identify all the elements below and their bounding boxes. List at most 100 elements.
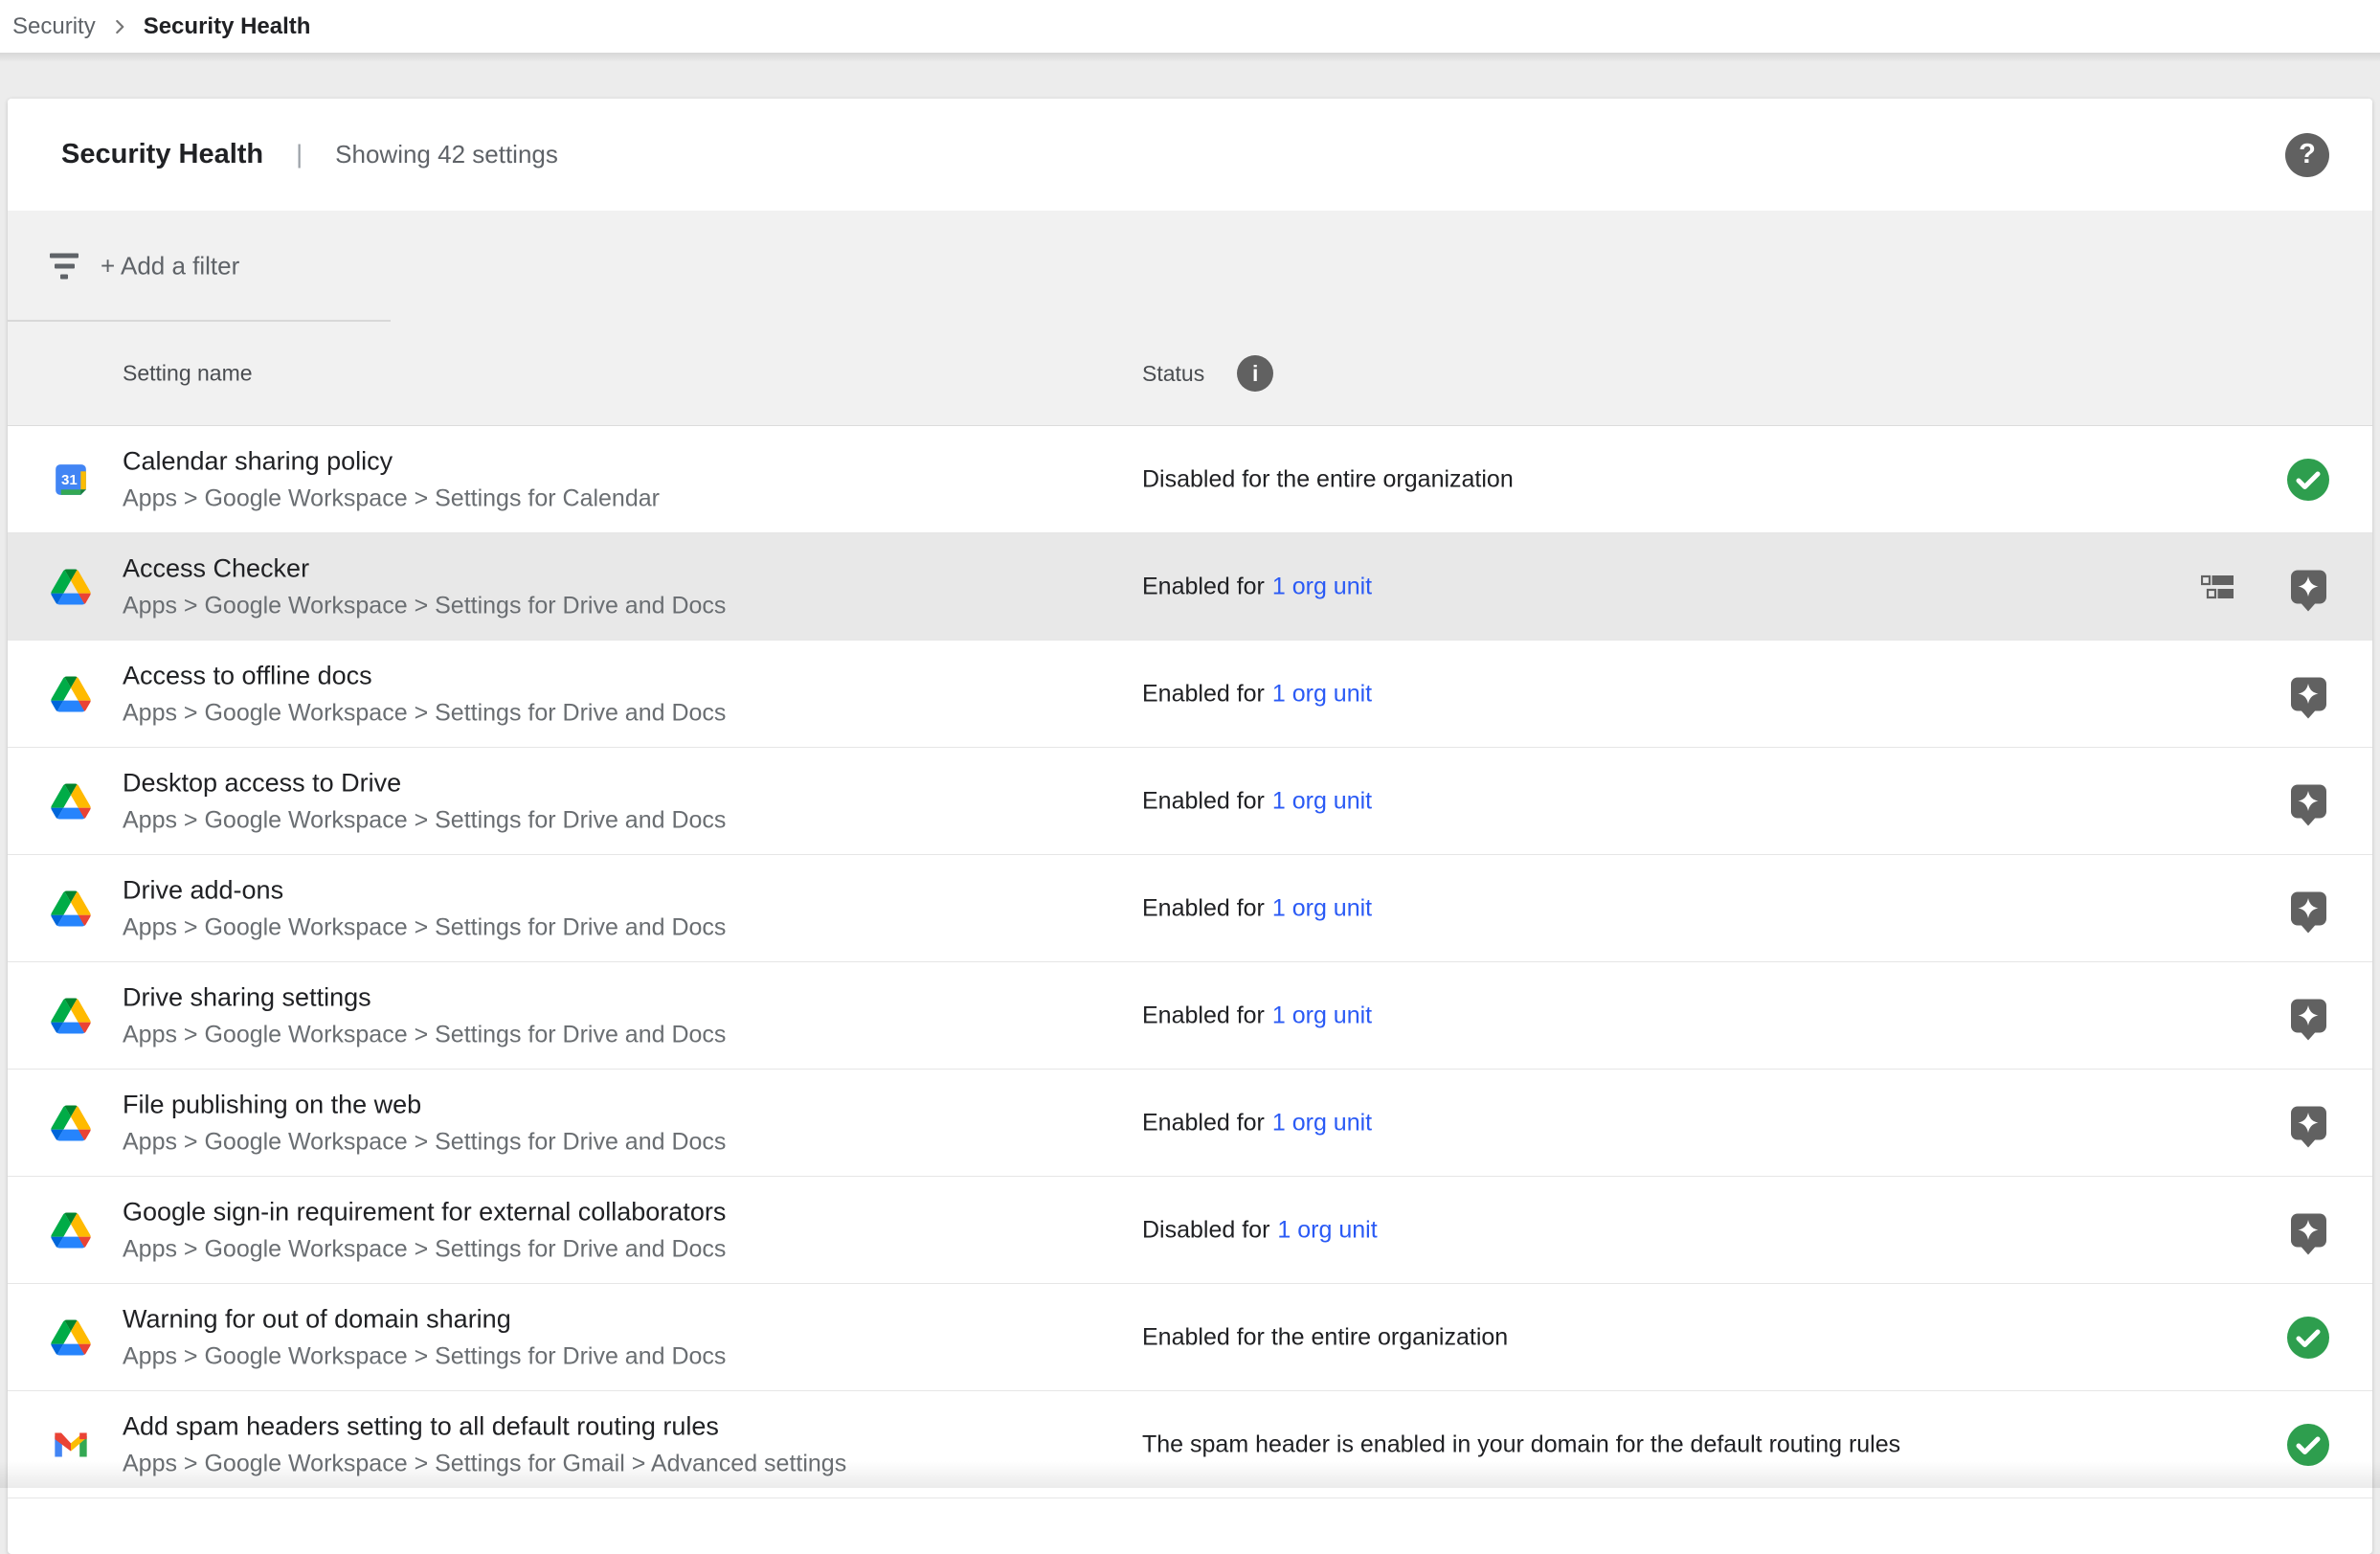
status-text: Enabled for: [1142, 1109, 1265, 1136]
org-unit-link[interactable]: 1 org unit: [1277, 1216, 1377, 1243]
sparkle-icon: [2297, 575, 2320, 598]
setting-path: Apps > Google Workspace > Settings for D…: [123, 699, 726, 727]
table-row[interactable]: Desktop access to Drive Apps > Google Wo…: [8, 748, 2372, 855]
status-cell: Enabled for the entire organization: [1142, 1323, 1508, 1351]
status-cell: Enabled for 1 org unit: [1142, 573, 1372, 600]
table-row[interactable]: Add spam headers setting to all default …: [8, 1391, 2372, 1498]
recommendation-badge: [2291, 891, 2326, 925]
recommendation-icon[interactable]: [2286, 677, 2330, 710]
status-cell: Enabled for 1 org unit: [1142, 680, 1372, 708]
setting-path: Apps > Google Workspace > Settings for D…: [123, 1128, 726, 1156]
page-title: Security Health: [61, 139, 263, 170]
table-row[interactable]: Access Checker Apps > Google Workspace >…: [8, 533, 2372, 641]
status-text: Enabled for the entire organization: [1142, 1323, 1508, 1350]
setting-name: Warning for out of domain sharing: [123, 1304, 726, 1334]
status-cell: Disabled for the entire organization: [1142, 465, 1514, 493]
table-header: Setting name Status i: [8, 322, 2372, 426]
setting-text: Access Checker Apps > Google Workspace >…: [123, 553, 726, 619]
settings-count: Showing 42 settings: [335, 140, 558, 169]
status-text: The spam header is enabled in your domai…: [1142, 1430, 1900, 1457]
title-divider: |: [296, 140, 303, 169]
table-row[interactable]: Drive add-ons Apps > Google Workspace > …: [8, 855, 2372, 962]
status-text: Enabled for: [1142, 680, 1265, 707]
setting-name: Drive add-ons: [123, 875, 726, 905]
setting-path: Apps > Google Workspace > Settings for D…: [123, 806, 726, 834]
add-filter-button[interactable]: + Add a filter: [101, 252, 239, 282]
setting-name: Access Checker: [123, 553, 726, 583]
recommendation-icon[interactable]: [2286, 570, 2330, 603]
recommendation-badge: [2291, 784, 2326, 818]
status-text: Enabled for: [1142, 787, 1265, 814]
setting-text: Access to offline docs Apps > Google Wor…: [123, 661, 726, 727]
recommendation-badge: [2291, 570, 2326, 603]
org-unit-link[interactable]: 1 org unit: [1272, 787, 1372, 814]
security-health-card: Security Health | Showing 42 settings ? …: [8, 99, 2372, 1554]
setting-text: Desktop access to Drive Apps > Google Wo…: [123, 768, 726, 834]
recommendation-icon[interactable]: [2286, 891, 2330, 925]
setting-name: File publishing on the web: [123, 1090, 726, 1119]
drive-icon: [50, 1105, 92, 1140]
setting-name: Access to offline docs: [123, 661, 726, 690]
status-cell: Enabled for 1 org unit: [1142, 1109, 1372, 1137]
status-cell: Enabled for 1 org unit: [1142, 894, 1372, 922]
table-row[interactable]: File publishing on the web Apps > Google…: [8, 1070, 2372, 1177]
status-cell: Disabled for1 org unit: [1142, 1216, 1378, 1244]
settings-table-body: 31 Calendar sharing policy Apps > Google…: [8, 426, 2372, 1498]
info-icon[interactable]: i: [1237, 355, 1273, 392]
org-unit-link[interactable]: 1 org unit: [1272, 894, 1372, 921]
status-text: Enabled for: [1142, 894, 1265, 921]
org-units-icon[interactable]: [2201, 574, 2234, 598]
recommendation-icon[interactable]: [2286, 999, 2330, 1032]
sparkle-icon: [2297, 1004, 2320, 1027]
drive-icon: [50, 998, 92, 1033]
status-text: Enabled for: [1142, 573, 1265, 599]
sparkle-icon: [2297, 1112, 2320, 1135]
setting-text: Google sign-in requirement for external …: [123, 1197, 726, 1263]
setting-text: Calendar sharing policy Apps > Google Wo…: [123, 446, 660, 512]
setting-name: Calendar sharing policy: [123, 446, 660, 476]
status-ok-icon: [2286, 1316, 2330, 1360]
gmail-icon: [50, 1430, 92, 1460]
drive-icon: [50, 569, 92, 604]
recommendation-badge: [2291, 677, 2326, 710]
org-unit-link[interactable]: 1 org unit: [1272, 680, 1372, 707]
org-unit-link[interactable]: 1 org unit: [1272, 1109, 1372, 1136]
recommendation-icon[interactable]: [2286, 1106, 2330, 1139]
table-row[interactable]: Google sign-in requirement for external …: [8, 1177, 2372, 1284]
org-unit-link[interactable]: 1 org unit: [1272, 1002, 1372, 1028]
setting-text: Add spam headers setting to all default …: [123, 1411, 846, 1477]
drive-icon: [50, 890, 92, 926]
table-row[interactable]: Warning for out of domain sharing Apps >…: [8, 1284, 2372, 1391]
recommendation-badge: [2291, 999, 2326, 1032]
column-status-label: Status: [1142, 361, 1204, 387]
filter-icon: [46, 254, 82, 280]
card-header: Security Health | Showing 42 settings ?: [8, 99, 2372, 211]
setting-path: Apps > Google Workspace > Settings for D…: [123, 913, 726, 941]
table-row[interactable]: Drive sharing settings Apps > Google Wor…: [8, 962, 2372, 1070]
chevron-right-icon: [107, 14, 132, 39]
setting-name: Desktop access to Drive: [123, 768, 726, 798]
breadcrumb-security-link[interactable]: Security: [12, 13, 96, 40]
table-row[interactable]: 31 Calendar sharing policy Apps > Google…: [8, 426, 2372, 533]
status-cell: Enabled for 1 org unit: [1142, 1002, 1372, 1029]
setting-text: Drive sharing settings Apps > Google Wor…: [123, 982, 726, 1048]
drive-icon: [50, 1212, 92, 1248]
status-ok-icon: [2286, 458, 2330, 502]
column-setting-name: Setting name: [123, 361, 253, 387]
drive-icon: [50, 676, 92, 711]
recommendation-icon[interactable]: [2286, 1213, 2330, 1247]
setting-text: Drive add-ons Apps > Google Workspace > …: [123, 875, 726, 941]
org-unit-link[interactable]: 1 org unit: [1272, 573, 1372, 599]
sparkle-icon: [2297, 897, 2320, 920]
setting-path: Apps > Google Workspace > Settings for C…: [123, 484, 660, 512]
setting-text: Warning for out of domain sharing Apps >…: [123, 1304, 726, 1370]
help-button[interactable]: ?: [2285, 133, 2329, 177]
recommendation-icon[interactable]: [2286, 784, 2330, 818]
question-mark-icon: ?: [2299, 139, 2316, 170]
status-ok-icon: [2286, 1423, 2330, 1467]
status-cell: Enabled for 1 org unit: [1142, 787, 1372, 815]
table-row[interactable]: Access to offline docs Apps > Google Wor…: [8, 641, 2372, 748]
setting-text: File publishing on the web Apps > Google…: [123, 1090, 726, 1156]
status-text: Enabled for: [1142, 1002, 1265, 1028]
drive-icon: [50, 1319, 92, 1355]
